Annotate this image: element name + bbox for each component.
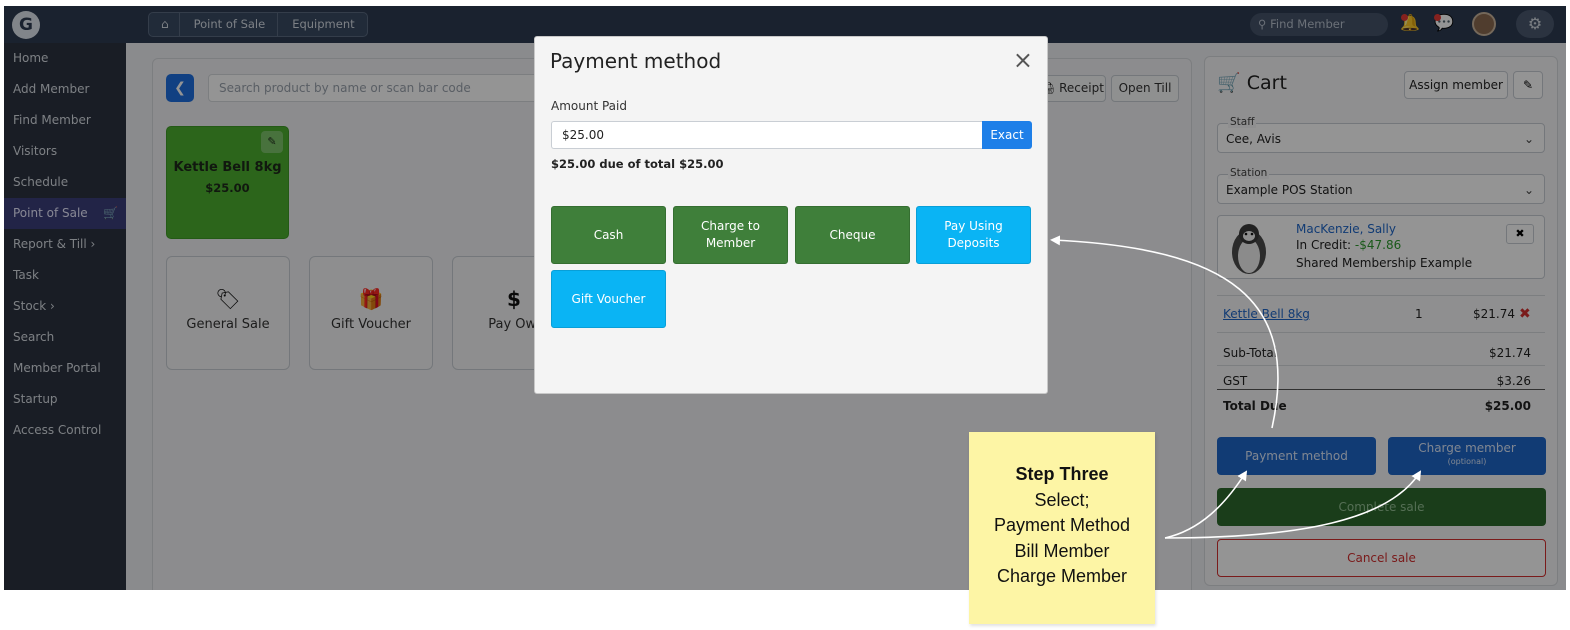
arrow-to-payment-method: [1164, 470, 1248, 539]
annotation-arrows: [1050, 235, 1422, 539]
arrow-to-pay-deposits: [1050, 235, 1279, 429]
arrow-to-charge-member: [1164, 470, 1422, 539]
